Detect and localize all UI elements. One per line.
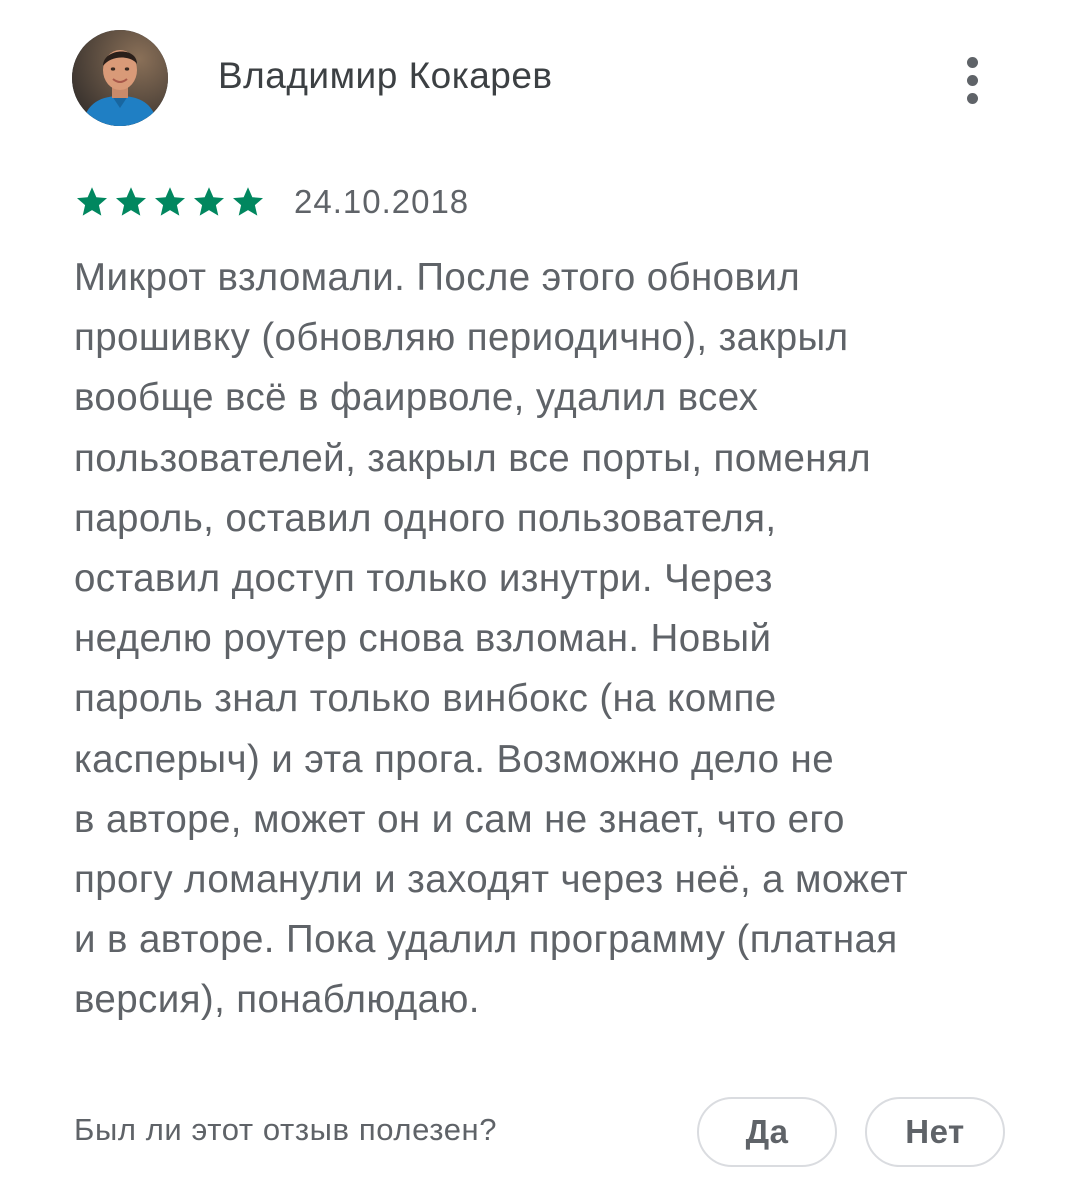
helpful-no-button[interactable]: Нет xyxy=(865,1097,1005,1167)
review-date: 24.10.2018 xyxy=(294,183,470,220)
more-vert-icon-dot xyxy=(966,92,978,104)
more-vert-icon-dot xyxy=(966,74,978,86)
review-text-line: Микрот взломали. После этого обновил xyxy=(74,256,801,299)
review-text-line: неделю роутер снова взломан. Новый xyxy=(74,617,772,661)
review-text-line: версия), понаблюдаю. xyxy=(74,978,480,1022)
review-text-line: пароль, оставил одного пользователя, xyxy=(74,496,777,540)
star-icon xyxy=(233,187,263,216)
review-card: Владимир Кокарев 24.10.2018 Микрот взлом… xyxy=(0,0,1080,1203)
helpful-question: Был ли этот отзыв полезен? xyxy=(74,1112,498,1147)
review-text: Микрот взломали. После этого обновил прош… xyxy=(74,248,1034,1031)
star-icon xyxy=(155,187,185,216)
more-vert-icon xyxy=(966,56,978,68)
rating-row: 24.10.2018 xyxy=(74,178,469,226)
star-icon xyxy=(77,187,107,216)
author-name: Владимир Кокарев xyxy=(218,55,553,96)
review-text-line: оставил доступ только изнутри. Через xyxy=(74,557,773,601)
star-rating xyxy=(74,184,266,220)
review-text-line: пароль знал только винбокс (на компе xyxy=(74,677,777,721)
avatar[interactable] xyxy=(72,30,168,126)
review-text-line: касперыч) и эта прога. Возможно дело не xyxy=(74,737,835,781)
review-text-line: пользователей, закрыл все порты, поменял xyxy=(74,436,872,480)
user-avatar-photo xyxy=(72,30,168,126)
review-text-line: прогу ломанули и заходят через неё, а мо… xyxy=(74,858,909,902)
star-icon xyxy=(116,187,146,216)
review-text-line: и в авторе. Пока удалил программу (платн… xyxy=(74,918,898,962)
more-options-button[interactable] xyxy=(948,48,996,112)
star-icon xyxy=(194,187,224,216)
review-text-line: прошивку (обновляю периодично), закрыл xyxy=(74,316,849,360)
review-text-line: в авторе, может он и сам не знает, что е… xyxy=(74,797,845,841)
helpful-yes-button[interactable]: Да xyxy=(697,1097,837,1167)
review-text-line: вообще всё в фаирволе, удалил всех xyxy=(74,376,759,420)
